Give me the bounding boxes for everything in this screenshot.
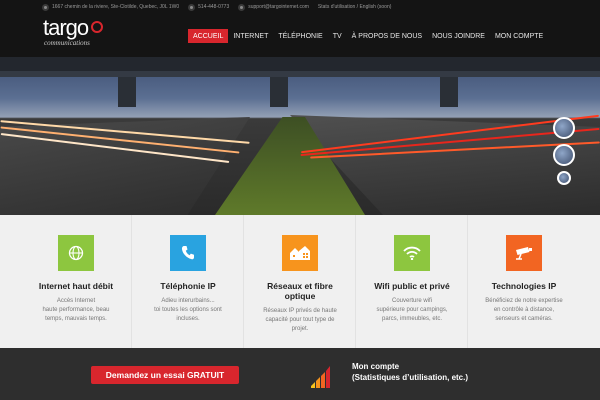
nav-item-internet[interactable]: INTERNET [228,29,273,43]
footer-bar: Demandez un essai GRATUIT Mon compte (St… [0,348,600,400]
slider-thumbnails [549,117,579,190]
main-nav: ACCUEIL INTERNET TÉLÉPHONIE TV À PROPOS … [188,29,548,43]
nav-item-tv[interactable]: TV [328,29,347,43]
logo-subtitle: communications [44,39,90,47]
top-info-bar: 1667 chemin de la riviere, Ste-Clotilde,… [0,0,600,14]
address-item: 1667 chemin de la riviere, Ste-Clotilde,… [42,3,180,11]
site-header: 1667 chemin de la riviere, Ste-Clotilde,… [0,0,600,57]
feature-internet[interactable]: Internet haut débit Accès Internet haute… [20,215,132,348]
feature-wifi[interactable]: Wifi public et privé Couverture wifi sup… [356,215,468,348]
phone-text: 514-448-0773 [198,4,230,10]
feature-description: Accès Internet haute performance, beau t… [42,298,110,322]
feature-title[interactable]: Réseaux et fibre optique [244,281,356,301]
feature-technologies-ip[interactable]: Technologies IP Bénéficiez de notre expe… [468,215,580,348]
feature-description: Bénéficiez de notre expertise en contrôl… [485,298,563,322]
phone-item: 514-448-0773 [188,3,230,11]
camera-icon[interactable] [506,235,542,271]
location-icon [42,3,49,11]
phone-small-icon [188,3,196,11]
houses-icon[interactable] [282,235,318,271]
wifi-icon[interactable] [394,235,430,271]
hero-slider [0,57,600,215]
stats-bars-icon[interactable] [308,362,336,390]
phone-icon[interactable] [170,235,206,271]
nav-item-telephonie[interactable]: TÉLÉPHONIE [273,29,327,43]
account-link[interactable]: Mon compte (Statistiques d’utilisation, … [352,361,468,383]
stats-language-links[interactable]: Stats d'utilisation / English (soon) [318,4,392,10]
email-link[interactable]: support@targointernet.com [248,4,309,10]
hero-bridge [0,57,600,77]
targo-logo[interactable]: targo communications [43,17,113,51]
free-trial-button[interactable]: Demandez un essai GRATUIT [91,366,239,384]
nav-item-nous-joindre[interactable]: NOUS JOINDRE [427,29,490,43]
feature-title[interactable]: Téléphonie IP [132,281,244,291]
email-icon [238,3,246,11]
nav-item-mon-compte[interactable]: MON COMPTE [490,29,548,43]
slide-thumb-3[interactable] [557,171,571,185]
slide-thumb-2[interactable] [553,144,575,166]
feature-description: Couverture wifi supérieure pour campings… [376,298,448,322]
features-section: Internet haut débit Accès Internet haute… [0,215,600,348]
nav-item-a-propos[interactable]: À PROPOS DE NOUS [347,29,427,43]
globe-icon[interactable] [58,235,94,271]
logo-ring-icon [91,21,103,33]
feature-title[interactable]: Wifi public et privé [356,281,468,291]
feature-title[interactable]: Internet haut débit [20,281,132,291]
feature-reseaux[interactable]: Réseaux et fibre optique Réseaux IP priv… [244,215,356,348]
address-text: 1667 chemin de la riviere, Ste-Clotilde,… [52,4,180,10]
slide-thumb-1[interactable] [553,117,575,139]
feature-description: Adieu interurbains... toi toutes les opt… [154,298,222,322]
email-item[interactable]: support@targointernet.com [238,3,309,11]
feature-telephonie[interactable]: Téléphonie IP Adieu interurbains... toi … [132,215,244,348]
nav-item-accueil[interactable]: ACCUEIL [188,29,229,43]
feature-title[interactable]: Technologies IP [468,281,580,291]
feature-description: Réseaux IP privés de haute capacité pour… [263,308,337,332]
